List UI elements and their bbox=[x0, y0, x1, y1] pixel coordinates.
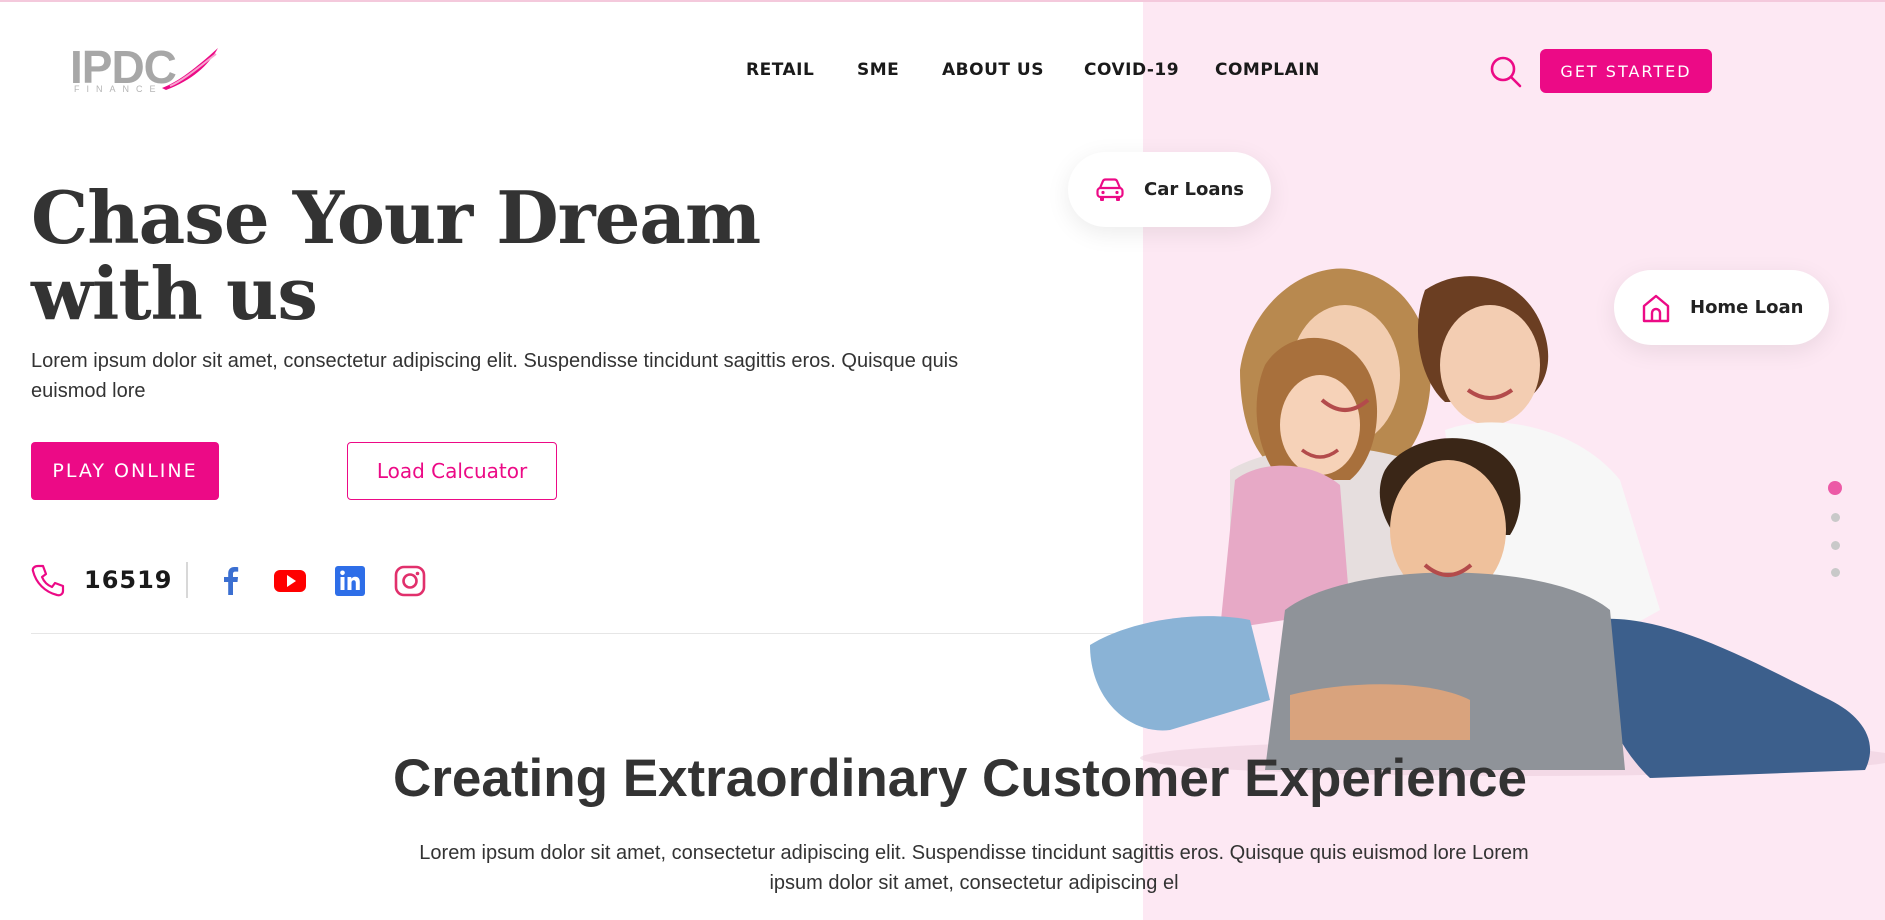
section-description: Lorem ipsum dolor sit amet, consectetur … bbox=[419, 842, 1529, 894]
play-online-button[interactable]: PLAY ONLINE bbox=[31, 442, 219, 500]
nav-item-complain[interactable]: COMPLAIN bbox=[1215, 60, 1320, 80]
nav-item-retail[interactable]: RETAIL bbox=[746, 60, 814, 80]
carousel-dot-2[interactable] bbox=[1831, 513, 1840, 522]
carousel-dot-1[interactable] bbox=[1828, 481, 1842, 495]
ipdc-logo[interactable]: IPDC FINANCE bbox=[70, 44, 221, 98]
car-loans-label: Car Loans bbox=[1144, 179, 1245, 200]
nav-item-sme[interactable]: SME bbox=[857, 60, 899, 80]
hero-description: Lorem ipsum dolor sit amet, consectetur … bbox=[31, 350, 959, 402]
youtube-icon[interactable] bbox=[272, 563, 308, 599]
nav-item-about-us[interactable]: ABOUT US bbox=[942, 60, 1044, 80]
get-started-button[interactable]: GET STARTED bbox=[1540, 49, 1712, 93]
hero-divider bbox=[31, 633, 1143, 634]
nav-item-covid-19[interactable]: COVID-19 bbox=[1084, 60, 1179, 80]
carousel-dot-3[interactable] bbox=[1831, 541, 1840, 550]
home-icon bbox=[1642, 294, 1670, 322]
carousel-dot-4[interactable] bbox=[1831, 568, 1840, 577]
contact-divider bbox=[186, 562, 188, 598]
instagram-icon[interactable] bbox=[392, 563, 428, 599]
logo-subtext: FINANCE bbox=[74, 84, 163, 94]
car-icon bbox=[1096, 177, 1124, 201]
section-title: Creating Extraordinary Customer Experien… bbox=[393, 749, 1527, 808]
phone-number[interactable]: 16519 bbox=[84, 566, 173, 594]
home-loan-badge[interactable]: Home Loan bbox=[1614, 270, 1829, 345]
phone-icon[interactable] bbox=[31, 563, 65, 597]
linkedin-icon[interactable] bbox=[332, 563, 368, 599]
loan-calculator-button[interactable]: Load Calcuator bbox=[347, 442, 557, 500]
car-loans-badge[interactable]: Car Loans bbox=[1068, 152, 1271, 227]
logo-swoosh-icon bbox=[162, 48, 221, 90]
search-icon[interactable] bbox=[1489, 55, 1523, 89]
hero-title: Chase Your Dream with us bbox=[31, 175, 761, 336]
family-photo bbox=[1090, 268, 1885, 778]
home-loan-label: Home Loan bbox=[1690, 297, 1804, 318]
facebook-icon[interactable] bbox=[213, 563, 249, 599]
